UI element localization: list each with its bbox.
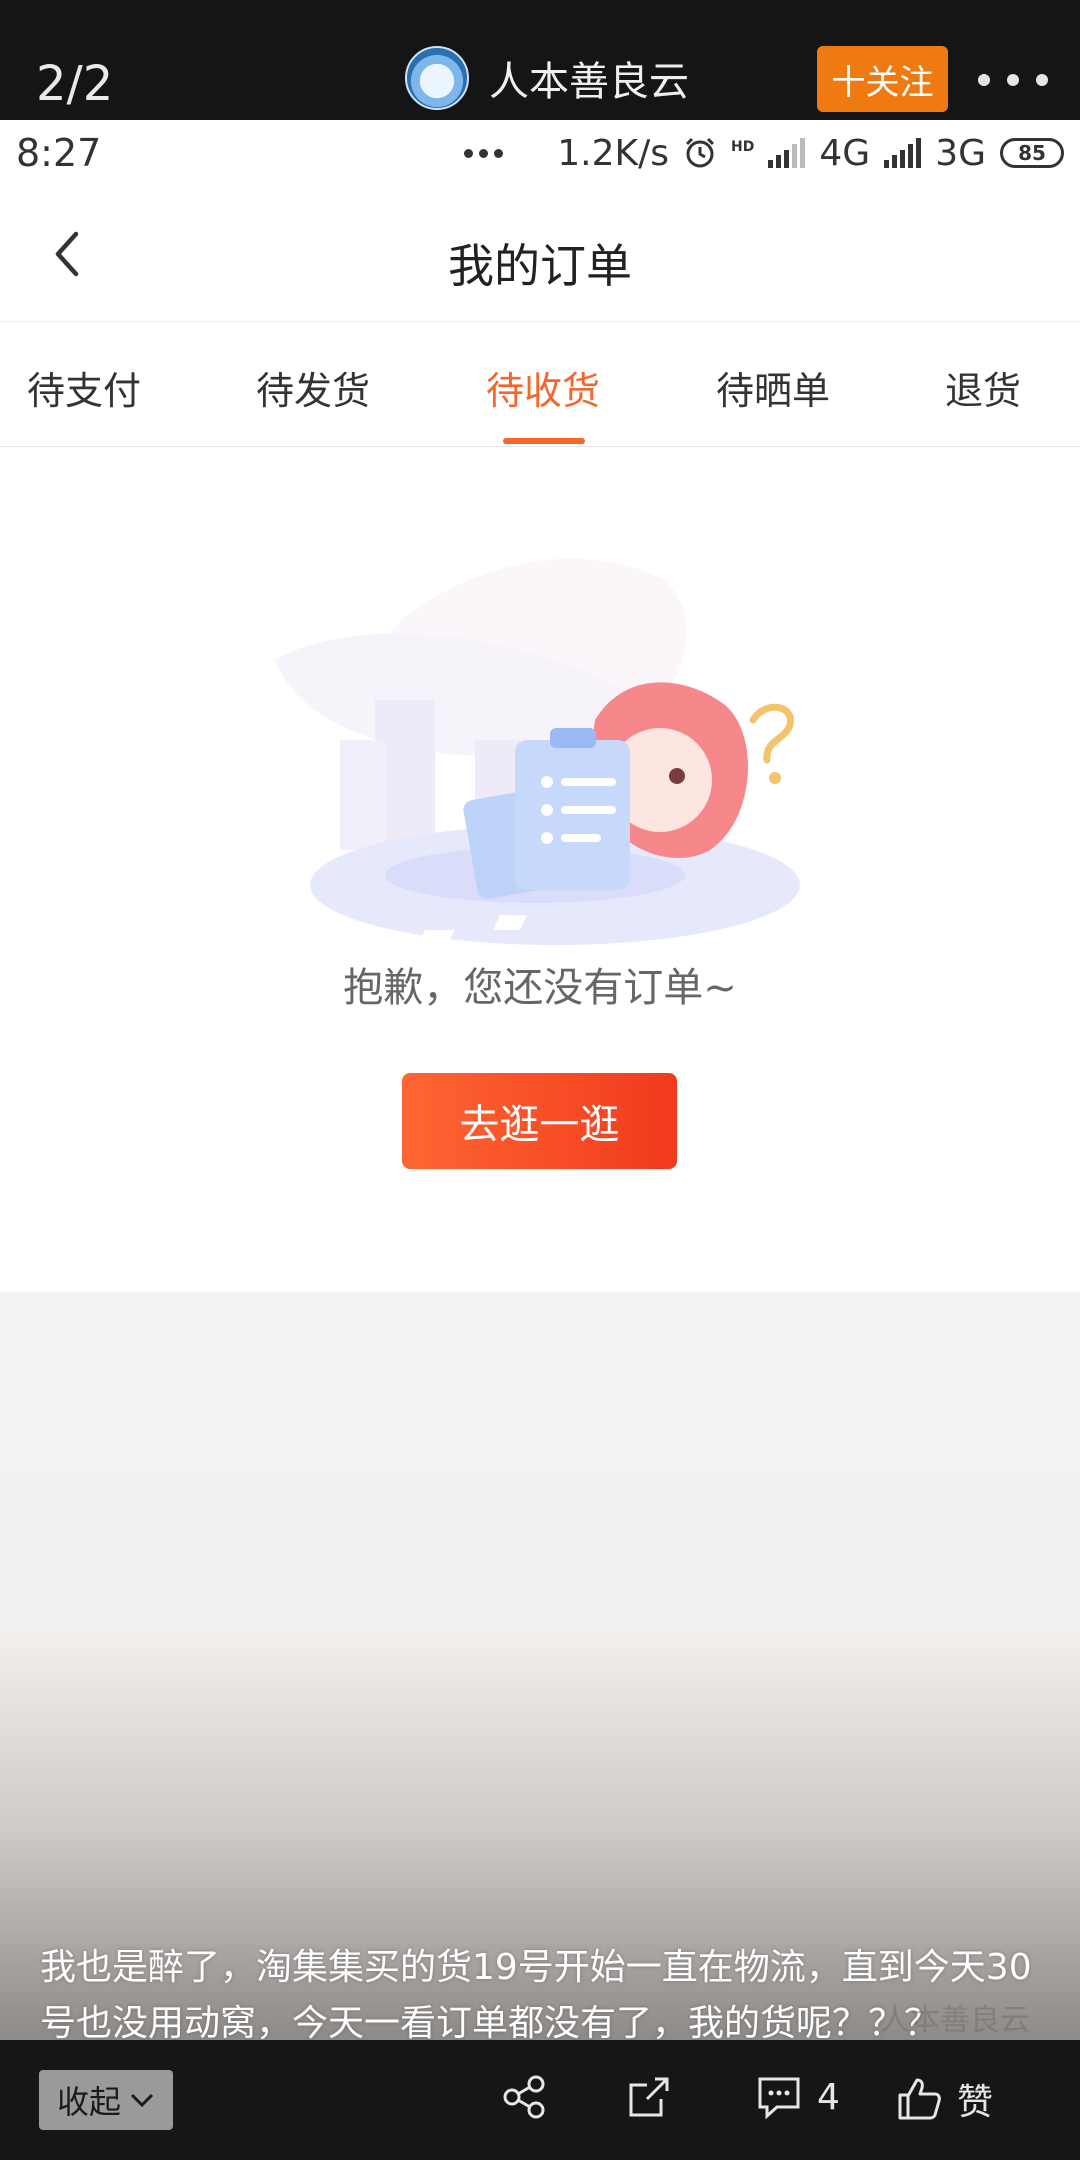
forward-icon	[629, 2077, 669, 2117]
page-counter: 2/2	[36, 56, 114, 112]
empty-state-message: 抱歉，您还没有订单~	[343, 965, 737, 1011]
more-options-icon[interactable]	[978, 52, 1048, 108]
thumbs-up-icon	[898, 2078, 941, 2120]
comment-icon	[758, 2077, 800, 2120]
alarm-icon	[685, 137, 715, 168]
viewer-top-bar: 2/2 人本善良云 十关注	[0, 0, 1080, 120]
net-speed: 1.2K/s	[557, 132, 670, 174]
forward-button[interactable]	[625, 2073, 673, 2121]
status-time: 8:27	[16, 131, 102, 175]
tab-pending-shipment[interactable]: 待发货	[256, 360, 370, 415]
viewer-bottom-bar: 收起 4 赞	[0, 2040, 1080, 2160]
author-info[interactable]: 人本善良云	[405, 46, 689, 110]
status-bar: 8:27 1.2K/s HD 4G 3G 85	[0, 120, 1080, 186]
signal-icon-secondary	[884, 138, 922, 168]
collapse-button[interactable]: 收起	[39, 2070, 173, 2130]
comment-button[interactable]: 4	[755, 2073, 840, 2121]
more-dots-icon	[464, 148, 504, 158]
share-button[interactable]	[500, 2073, 548, 2121]
tab-pending-receipt[interactable]: 待收货	[486, 360, 600, 415]
status-icons: 1.2K/s HD 4G 3G 85	[464, 133, 1064, 174]
image-backdrop	[0, 1292, 1080, 2040]
tab-returns[interactable]: 退货	[945, 360, 1021, 415]
order-screen: 8:27 1.2K/s HD 4G 3G 85 我的订单 待支付 待发货 待收货…	[0, 120, 1080, 1292]
like-button[interactable]: 赞	[895, 2073, 993, 2125]
network-type-secondary: 3G	[935, 132, 986, 174]
share-icon	[503, 2075, 545, 2119]
tab-pending-payment[interactable]: 待支付	[27, 360, 141, 415]
like-label: 赞	[957, 2082, 994, 2123]
battery-icon: 85	[1000, 138, 1064, 168]
comment-count: 4	[817, 2076, 840, 2118]
page-title: 我的订单	[448, 239, 632, 293]
go-shopping-button[interactable]: 去逛一逛	[402, 1073, 677, 1169]
author-name[interactable]: 人本善良云	[489, 49, 689, 107]
avatar[interactable]	[405, 46, 469, 110]
chevron-down-icon	[130, 2093, 154, 2108]
active-tab-indicator	[503, 438, 585, 444]
title-bar: 我的订单	[0, 186, 1080, 322]
watermark: 人本善良云	[880, 2003, 1030, 2038]
signal-icon	[768, 138, 806, 168]
collapse-label: 收起	[56, 2083, 121, 2121]
order-tabs: 待支付 待发货 待收货 待晒单 退货	[0, 322, 1080, 447]
hd-badge: HD	[731, 138, 755, 155]
tab-pending-review[interactable]: 待晒单	[716, 360, 830, 415]
follow-button[interactable]: 十关注	[817, 46, 948, 112]
network-type-primary: 4G	[819, 132, 871, 174]
